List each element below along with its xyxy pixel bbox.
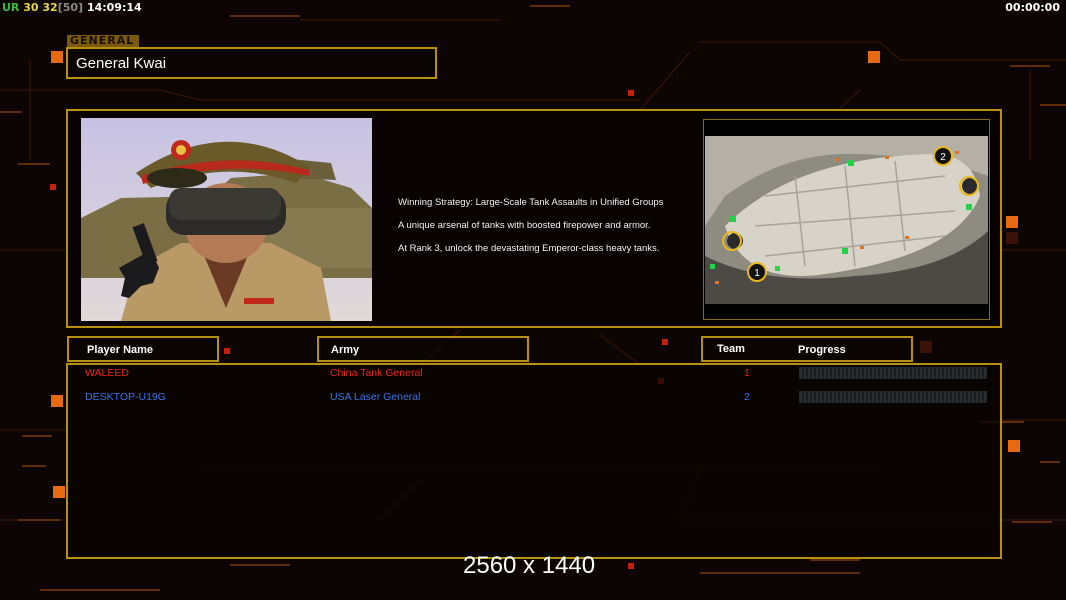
player-name: DESKTOP-U19G [85, 391, 166, 403]
player-team: 1 [744, 367, 750, 379]
general-portrait [81, 118, 372, 321]
player-team: 2 [744, 391, 750, 403]
column-header-player-name: Player Name [67, 336, 219, 362]
player-army: USA Laser General [330, 391, 421, 403]
player-army: China Tank General [330, 367, 423, 379]
resolution-overlay: 2560 x 1440 [463, 552, 596, 579]
player-progress-bar [799, 367, 987, 379]
clock: 14:09:14 [86, 1, 142, 14]
strategy-line: At Rank 3, unlock the devastating Empero… [398, 243, 660, 254]
map-preview[interactable]: 1 2 [705, 136, 988, 304]
section-label: GENERAL [67, 35, 139, 47]
column-header-team-progress: Team Progress [701, 336, 913, 362]
game-timer: 00:00:00 [1005, 1, 1060, 14]
ur-value-2: 32 [42, 1, 58, 14]
strategy-line: A unique arsenal of tanks with boosted f… [398, 220, 651, 231]
strategy-description: Winning Strategy: Large-Scale Tank Assau… [398, 191, 663, 260]
column-header-team: Team [717, 343, 745, 355]
fps-counter: UR 30 32[50] 14:09:14 [2, 1, 142, 14]
start-position-1: 1 [754, 268, 760, 279]
strategy-line: Winning Strategy: Large-Scale Tank Assau… [398, 197, 664, 208]
ur-label: UR [2, 1, 20, 14]
start-position-2: 2 [940, 152, 946, 163]
column-header-progress: Progress [798, 344, 846, 356]
column-header-army: Army [317, 336, 529, 362]
player-progress-bar [799, 391, 987, 403]
ur-value-1: 30 [23, 1, 39, 14]
ur-limit: [50] [57, 1, 84, 14]
player-name: WALEED [85, 367, 129, 379]
general-name-title: General Kwai [66, 47, 437, 79]
